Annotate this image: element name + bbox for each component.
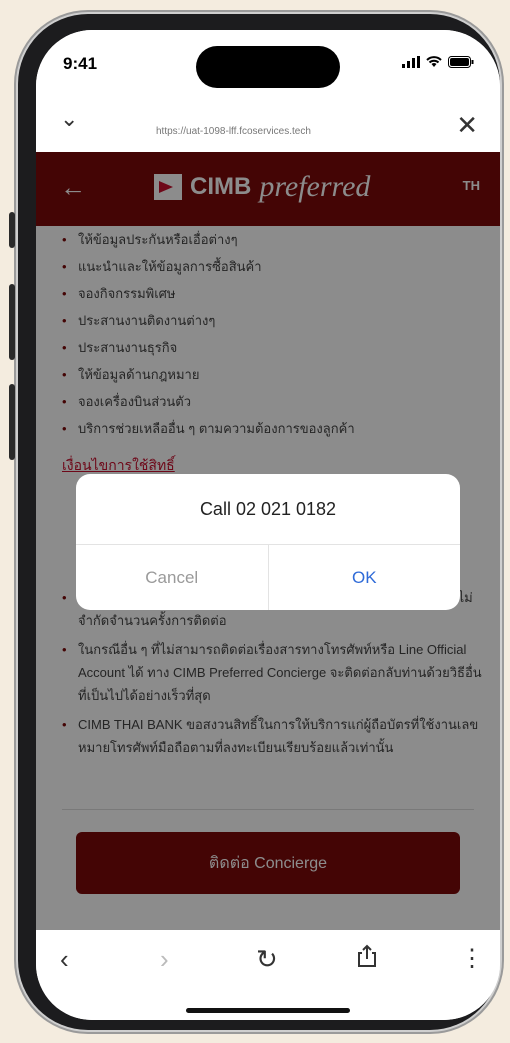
wifi-icon (426, 56, 442, 67)
dialog-buttons: Cancel OK (76, 545, 460, 610)
url-text[interactable]: https://uat-1098-lff.fcoservices.tech (156, 126, 311, 137)
more-icon[interactable]: ⋮ (460, 944, 484, 973)
collapse-chevron-icon[interactable]: ⌄ (60, 106, 78, 132)
signal-icon (402, 56, 420, 68)
forward-icon[interactable]: › (160, 944, 169, 975)
back-icon[interactable]: ‹ (60, 944, 69, 975)
reload-icon[interactable]: ↻ (256, 944, 278, 975)
status-bar: 9:41 (36, 30, 500, 100)
dynamic-island (196, 46, 340, 88)
close-icon[interactable]: ✕ (456, 110, 478, 141)
status-time: 9:41 (63, 54, 98, 73)
cancel-button[interactable]: Cancel (76, 545, 269, 610)
browser-toolbar: ‹ › ↻ ⋮ (36, 930, 500, 1020)
dialog-title: Call 02 021 0182 (76, 474, 460, 545)
volume-up-button (9, 284, 15, 360)
ok-button[interactable]: OK (269, 545, 461, 610)
phone-screen: 9:41 ⌄ https://uat-1098-lff.fcoservices.… (36, 30, 500, 1020)
home-indicator (186, 1008, 350, 1013)
volume-down-button (9, 384, 15, 460)
share-icon[interactable] (356, 944, 378, 975)
status-icons (402, 56, 474, 68)
battery-icon (448, 56, 474, 68)
mute-switch (9, 212, 15, 248)
call-dialog: Call 02 021 0182 Cancel OK (76, 474, 460, 610)
browser-bar: ⌄ https://uat-1098-lff.fcoservices.tech … (36, 100, 500, 152)
